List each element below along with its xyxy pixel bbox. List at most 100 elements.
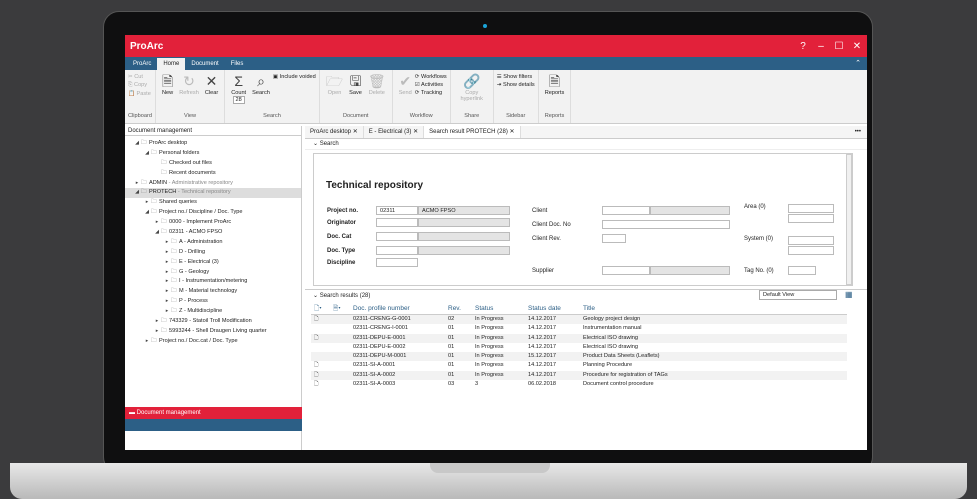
file-type-icon[interactable]: 🗋▾ bbox=[311, 302, 333, 314]
document-management-nav[interactable]: ▬ Document management bbox=[125, 407, 302, 419]
expand-icon[interactable]: ▸ bbox=[143, 198, 151, 208]
table-row[interactable]: 02311-DEPU-E-0002 01 In Progress 14.12.2017… bbox=[311, 343, 847, 352]
ribbon-tab-proarc[interactable]: ProArc bbox=[127, 58, 157, 70]
table-row[interactable]: 🗋 02311-SI-A-0003 03 3 06.02.2018 Document co… bbox=[311, 380, 847, 389]
col-doc-profile-number[interactable]: Doc. profile number bbox=[353, 302, 448, 314]
expand-icon[interactable]: ◢ bbox=[143, 208, 151, 218]
expand-icon[interactable]: ▸ bbox=[153, 218, 161, 228]
close-button[interactable]: ✕ bbox=[852, 41, 862, 52]
search-section-toggle[interactable]: ⌄ Search bbox=[305, 139, 867, 150]
ribbon-tab-document[interactable]: Document bbox=[185, 58, 224, 70]
originator-select[interactable] bbox=[376, 218, 418, 227]
tracking-button[interactable]: ⟳ Tracking bbox=[415, 90, 447, 96]
expand-icon[interactable]: ▸ bbox=[163, 277, 171, 287]
tree-item[interactable]: ◢ 🗀 Personal folders bbox=[125, 149, 301, 159]
tree-item[interactable]: ▸ 🗀 G - Geology bbox=[125, 268, 301, 278]
tree-item[interactable]: ▸ 🗀 Project no./ Doc.cat / Doc. Type bbox=[125, 337, 301, 347]
open-button[interactable]: 🗁 Open bbox=[326, 72, 343, 96]
tag-select[interactable] bbox=[788, 266, 816, 275]
expand-icon[interactable]: ▸ bbox=[163, 268, 171, 278]
expand-icon[interactable]: ▸ bbox=[163, 297, 171, 307]
send-button[interactable]: ✔ Send bbox=[399, 72, 412, 96]
ribbon-tab-files[interactable]: Files bbox=[225, 58, 250, 70]
tree-item[interactable]: ▸ 🗀 743329 - Statoil Troll Modification bbox=[125, 317, 301, 327]
doc-type-select[interactable] bbox=[376, 246, 418, 255]
doc-cat-select[interactable] bbox=[376, 232, 418, 241]
tree-item[interactable]: ◢ 🗀 Project no./ Discipline / Doc. Type bbox=[125, 208, 301, 218]
expand-icon[interactable]: ▸ bbox=[143, 337, 151, 347]
collapse-ribbon-icon[interactable]: ⌃ bbox=[855, 58, 867, 70]
client-select[interactable] bbox=[602, 206, 650, 215]
save-button[interactable]: 🖫 Save bbox=[349, 72, 362, 96]
tree-item[interactable]: 🗀 Checked out files bbox=[125, 159, 301, 169]
table-row[interactable]: 🗋 02311-SI-A-0002 01 In Progress 14.12.2017 P… bbox=[311, 370, 847, 381]
tab-search-result[interactable]: Search result PROTECH (28) ✕ bbox=[424, 126, 521, 138]
workflows-button[interactable]: ⟳ Workflows bbox=[415, 74, 447, 80]
tree-item[interactable]: ▸ 🗀 ADMIN - Administrative repository bbox=[125, 179, 301, 189]
activities-button[interactable]: ☑ Activities bbox=[415, 82, 447, 88]
expand-icon[interactable]: ◢ bbox=[133, 188, 141, 198]
more-icon[interactable]: ••• bbox=[855, 126, 867, 138]
system-select[interactable] bbox=[788, 236, 834, 245]
col-title[interactable]: Title bbox=[583, 302, 847, 314]
expand-icon[interactable]: ▸ bbox=[163, 287, 171, 297]
tree-item[interactable]: ▸ 🗀 D - Drilling bbox=[125, 248, 301, 258]
expand-icon[interactable]: ◢ bbox=[133, 139, 141, 149]
expand-icon[interactable]: ▸ bbox=[163, 258, 171, 268]
ribbon-tab-home[interactable]: Home bbox=[157, 58, 186, 70]
project-no-select[interactable]: 02311 bbox=[376, 206, 418, 215]
expand-icon[interactable]: ◢ bbox=[143, 149, 151, 159]
expand-icon[interactable]: ▸ bbox=[153, 327, 161, 337]
tab-proarc-desktop[interactable]: ProArc desktop ✕ bbox=[305, 126, 364, 138]
tree-item[interactable]: ▸ 🗀 E - Electrical (3) bbox=[125, 258, 301, 268]
client-doc-input[interactable] bbox=[602, 220, 730, 229]
copy-hyperlink-button[interactable]: 🔗 Copy hyperlink bbox=[457, 72, 487, 102]
tree-item[interactable]: ▸ 🗀 P - Process bbox=[125, 297, 301, 307]
tree-item[interactable]: ◢ 🗀 ProArc desktop bbox=[125, 139, 301, 149]
show-filters-toggle[interactable]: ☰ Show filters bbox=[497, 74, 535, 80]
delete-button[interactable]: 🗑 Delete bbox=[368, 72, 386, 96]
expand-icon[interactable]: ▸ bbox=[163, 238, 171, 248]
cut-button[interactable]: ✂ Cut bbox=[128, 74, 151, 80]
copy-button[interactable]: ⎘ Copy bbox=[128, 82, 151, 89]
doc-icon[interactable]: 🗎▾ bbox=[333, 302, 353, 314]
grid-view-icon[interactable]: ▦ bbox=[845, 290, 853, 299]
col-status-date[interactable]: Status date bbox=[528, 302, 583, 314]
form-scrollbar[interactable] bbox=[846, 154, 852, 285]
include-voided-toggle[interactable]: ▣ Include voided bbox=[273, 74, 316, 80]
expand-icon[interactable]: ◢ bbox=[153, 228, 161, 238]
table-row[interactable]: 02311-CRENG-I-0001 01 In Progress 14.12.201… bbox=[311, 324, 847, 333]
tree-item[interactable]: ◢ 🗀 PROTECH - Technical repository bbox=[125, 188, 301, 199]
client-rev-input[interactable] bbox=[602, 234, 626, 243]
maximize-button[interactable]: ☐ bbox=[834, 41, 844, 52]
tree-item[interactable]: ▸ 🗀 5993244 - Shell Draugen Living quarter bbox=[125, 327, 301, 337]
clear-button[interactable]: ✕ Clear bbox=[205, 72, 218, 96]
tree-item[interactable]: ▸ 🗀 M - Material technology bbox=[125, 287, 301, 297]
supplier-select[interactable] bbox=[602, 266, 650, 275]
expand-icon[interactable]: ▸ bbox=[153, 317, 161, 327]
expand-icon[interactable]: ▸ bbox=[163, 307, 171, 317]
tree-item[interactable]: 🗀 Recent documents bbox=[125, 169, 301, 179]
area-select-2[interactable] bbox=[788, 214, 834, 223]
table-row[interactable]: 🗋 02311-SI-A-0001 01 In Progress 14.12.2017 P… bbox=[311, 361, 847, 370]
search-button[interactable]: ⌕ Search bbox=[252, 72, 270, 96]
help-icon[interactable]: ? bbox=[798, 41, 808, 52]
table-row[interactable]: 🗋 02311-DEPU-E-0001 01 In Progress 14.12.201… bbox=[311, 333, 847, 343]
refresh-button[interactable]: ↻ Refresh bbox=[179, 72, 199, 96]
expand-icon[interactable]: ▸ bbox=[163, 248, 171, 258]
paste-button[interactable]: 📋 Paste bbox=[128, 91, 151, 97]
tree-item[interactable]: ▸ 🗀 Z - Multidiscipline bbox=[125, 307, 301, 317]
tab-electrical[interactable]: E - Electrical (3) ✕ bbox=[364, 126, 425, 138]
col-status[interactable]: Status bbox=[475, 302, 528, 314]
count-button[interactable]: Σ Count 28 bbox=[231, 72, 246, 104]
view-select[interactable]: Default View bbox=[759, 290, 837, 300]
tree-item[interactable]: ▸ 🗀 A - Administration bbox=[125, 238, 301, 248]
new-button[interactable]: 🗎 New bbox=[162, 72, 173, 96]
reports-button[interactable]: 🗎 Reports bbox=[545, 72, 565, 96]
tree-item[interactable]: ▸ 🗀 I - Instrumentation/metering bbox=[125, 277, 301, 287]
col-rev[interactable]: Rev. bbox=[448, 302, 475, 314]
discipline-select[interactable] bbox=[376, 258, 418, 267]
minimize-button[interactable]: – bbox=[816, 41, 826, 52]
table-row[interactable]: 🗋 02311-CRENG-G-0001 02 In Progress 14.12.20… bbox=[311, 315, 847, 325]
tree-item[interactable]: ▸ 🗀 0000 - Implement ProArc bbox=[125, 218, 301, 228]
